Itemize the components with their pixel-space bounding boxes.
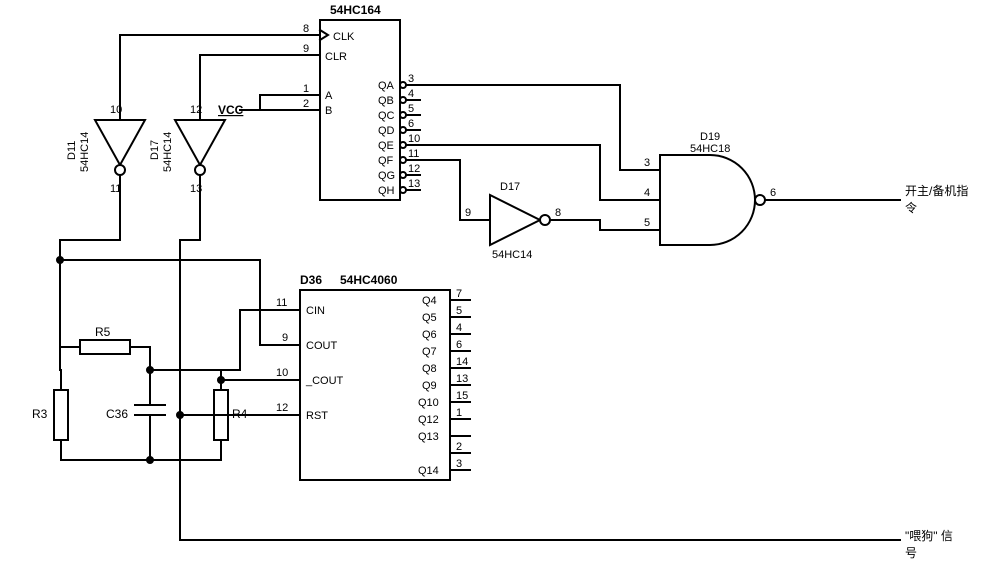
label-u1-qg: QG: [378, 170, 395, 182]
pin-u1-2: 2: [303, 98, 309, 110]
label-out1-line2: 令: [905, 200, 917, 215]
label-d11-part: 54HC14: [79, 132, 91, 172]
pin-d17-out: 13: [190, 183, 202, 195]
label-d19-ref: D19: [700, 131, 720, 143]
label-u1-a: A: [325, 90, 333, 102]
pin-u1-q12: 12: [408, 163, 420, 175]
label-u1-qb: QB: [378, 95, 394, 107]
pin-u1-8: 8: [303, 23, 309, 35]
pin-d36-12: 12: [276, 402, 288, 414]
label-d19-part: 54HC18: [690, 143, 730, 155]
pin-d36-q10: 15: [456, 390, 468, 402]
label-d36-_cout: _COUT: [305, 375, 344, 387]
pin-u1-q6: 6: [408, 118, 414, 130]
pin-d19-y: 6: [770, 187, 776, 199]
label-u1-b: B: [325, 105, 332, 117]
label-u1-qc: QC: [378, 110, 395, 122]
pin-d17b-in: 9: [465, 207, 471, 219]
pin-d36-q9: 13: [456, 373, 468, 385]
pin-u1-q5: 5: [408, 103, 414, 115]
pin-d36-10: 10: [276, 367, 288, 379]
pin-d19-c: 5: [644, 217, 650, 229]
pin-d11-out: 11: [110, 183, 121, 195]
pin-d11-in: 10: [110, 104, 122, 116]
capacitor-c36: [135, 370, 165, 460]
nand-d19: [640, 155, 900, 245]
pin-u1-9: 9: [303, 43, 309, 55]
label-r3: R3: [32, 407, 48, 421]
pin-u1-q10: 10: [408, 133, 420, 145]
pin-d36-11: 11: [276, 297, 287, 309]
pin-d36-q13: 2: [456, 441, 462, 453]
label-d36-q12: Q12: [418, 414, 439, 426]
label-u1-clr: CLR: [325, 51, 347, 63]
label-d17b-part: 54HC14: [492, 249, 532, 261]
label-d36-q7: Q7: [422, 346, 437, 358]
label-d17-ref: D17: [149, 140, 161, 160]
label-d36-q4: Q4: [422, 295, 437, 307]
pin-d19-b: 4: [644, 187, 650, 199]
pin-d36-q5: 5: [456, 305, 462, 317]
label-d36-cin: CIN: [306, 305, 325, 317]
pin-d36-9: 9: [282, 332, 288, 344]
pin-d36-q8: 14: [456, 356, 468, 368]
pin-u1-q3: 3: [408, 73, 414, 85]
label-d36-q10: Q10: [418, 397, 439, 409]
pin-u1-q11: 11: [408, 148, 419, 160]
label-u1-qe: QE: [378, 140, 394, 152]
label-d36-part: 54HC4060: [340, 273, 398, 287]
pin-d17-in: 12: [190, 104, 202, 116]
label-d36-q6: Q6: [422, 329, 437, 341]
label-d36-q13: Q13: [418, 431, 439, 443]
label-u1-clk: CLK: [333, 31, 355, 43]
inverter-d17b: [460, 195, 600, 245]
label-d36-q5: Q5: [422, 312, 437, 324]
resistor-r5: [80, 340, 130, 354]
pin-d19-a: 3: [644, 157, 650, 169]
pin-d36-q14: 3: [456, 458, 462, 470]
label-d11-ref: D11: [66, 141, 78, 160]
label-d17-part: 54HC14: [162, 132, 174, 172]
label-d17b-ref: D17: [500, 181, 520, 193]
pin-d36-q4: 7: [456, 288, 462, 300]
label-d36-ref: D36: [300, 273, 322, 287]
pin-u1-q4: 4: [408, 88, 414, 100]
label-u1-qa: QA: [378, 80, 395, 92]
schematic: 54HC164 CLK CLR A B QA QB QC QD QE QF QG…: [0, 0, 1000, 583]
label-c36: C36: [106, 407, 128, 421]
label-u1-qf: QF: [378, 155, 394, 167]
label-r4: R4: [232, 407, 248, 421]
pin-d17b-out: 8: [555, 207, 561, 219]
label-d36-cout: COUT: [306, 340, 337, 352]
label-d36-q8: Q8: [422, 363, 437, 375]
label-u1-qh: QH: [378, 185, 395, 197]
pin-d36-q7: 6: [456, 339, 462, 351]
resistor-r3: [54, 390, 68, 440]
label-vcc: VCC: [218, 103, 244, 117]
label-d36-q9: Q9: [422, 380, 437, 392]
label-out2-line2: 号: [905, 546, 917, 560]
label-u1-part: 54HC164: [330, 3, 381, 17]
label-out1-line1: 开主/备机指: [905, 183, 968, 198]
pin-u1-q13: 13: [408, 178, 420, 190]
pin-d36-q12: 1: [456, 407, 462, 419]
label-out2-line1: "喂狗" 信: [905, 529, 953, 543]
label-d36-q14: Q14: [418, 465, 439, 477]
label-r5: R5: [95, 325, 111, 339]
label-u1-qd: QD: [378, 125, 395, 137]
label-d36-rst: RST: [306, 410, 328, 422]
pin-d36-q6: 4: [456, 322, 462, 334]
pin-u1-1: 1: [303, 83, 309, 95]
